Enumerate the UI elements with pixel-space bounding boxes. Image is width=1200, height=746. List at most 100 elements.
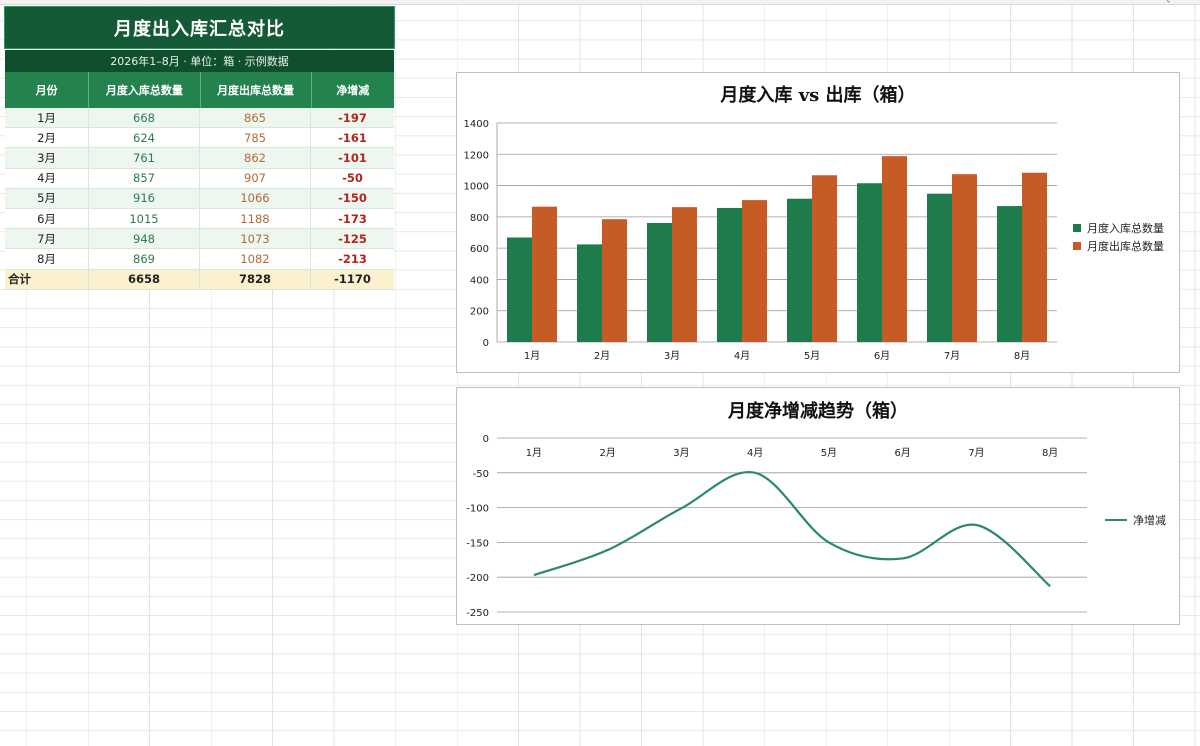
cell-month[interactable]: 6月 — [5, 208, 89, 229]
bar-chart: 0 200 400 600 800 1000 1200 1400 1月 2月 3月 4月 5月 6月 7月 8… — [464, 119, 1057, 362]
bar-y-tick-label: 800 — [470, 213, 489, 224]
line-x-tick-label: 6月 — [894, 447, 910, 459]
legend-item-net: 净增减 — [1105, 511, 1166, 529]
column-header-H[interactable]: H — [608, 0, 616, 3]
cell-total-label[interactable]: 合计 — [5, 269, 89, 289]
cell-total-inbound[interactable]: 6658 — [89, 269, 200, 289]
table-row: 4月 857 907 -50 — [5, 168, 394, 189]
legend-swatch-outbound — [1073, 242, 1081, 250]
cell-outbound[interactable]: 1082 — [200, 249, 311, 269]
cell-net[interactable]: -161 — [311, 128, 394, 147]
cell-month[interactable]: 7月 — [5, 229, 89, 249]
line-chart-box[interactable]: 月度净增减趋势（箱） 0 -50 -100 -150 -200 -250 1月 2月 3月 4月 5… — [456, 387, 1180, 625]
column-header-A[interactable]: A — [40, 0, 47, 3]
cell-net[interactable]: -173 — [311, 209, 394, 228]
legend-label-inbound: 月度入库总数量 — [1087, 222, 1164, 235]
cell-total-outbound[interactable]: 7828 — [200, 269, 311, 289]
cell-inbound[interactable]: 916 — [89, 188, 200, 208]
line-x-tick-label: 3月 — [673, 447, 689, 459]
bar-x-tick-label: 2月 — [594, 350, 610, 362]
cell-net[interactable]: -125 — [311, 229, 394, 248]
column-header-K[interactable]: K — [793, 0, 800, 3]
header-net[interactable]: 净增减 — [312, 72, 394, 108]
cell-inbound[interactable]: 869 — [89, 249, 200, 269]
cell-net[interactable]: -213 — [311, 249, 394, 268]
line-x-tick-label: 2月 — [599, 447, 615, 459]
cell-month[interactable]: 2月 — [5, 128, 89, 148]
net-change-line — [533, 470, 1051, 588]
header-outbound[interactable]: 月度出库总数量 — [201, 72, 312, 108]
bar-y-tick-label: 0 — [483, 338, 489, 349]
legend-label-net: 净增减 — [1133, 514, 1166, 527]
cell-inbound[interactable]: 857 — [89, 168, 200, 188]
cell-month[interactable]: 1月 — [5, 108, 89, 128]
bar-x-tick-label: 1月 — [524, 350, 540, 362]
cell-net[interactable]: -50 — [311, 169, 394, 188]
column-header-D[interactable]: D — [350, 0, 358, 3]
cell-total-net[interactable]: -1170 — [311, 270, 394, 289]
column-header-G[interactable]: G — [546, 0, 555, 3]
cell-month[interactable]: 3月 — [5, 148, 89, 168]
line-y-tick-label: -250 — [466, 608, 489, 619]
column-header-J[interactable]: J — [731, 0, 737, 3]
cell-inbound[interactable]: 624 — [89, 128, 200, 148]
table-subtitle[interactable]: 2026年1–8月 · 单位：箱 · 示例数据 — [5, 50, 394, 72]
header-month[interactable]: 月份 — [5, 72, 90, 108]
line-y-tick-label: 0 — [483, 434, 489, 445]
bar-inbound — [857, 183, 882, 342]
cell-inbound[interactable]: 948 — [89, 229, 200, 249]
table-total-row: 合计 6658 7828 -1170 — [5, 269, 394, 290]
bar-x-tick-label: 5月 — [804, 350, 820, 362]
bar-outbound — [952, 174, 977, 342]
bar-chart-box[interactable]: 月度入库 vs 出库（箱） 0 200 400 600 800 1000 1200 1400 1… — [456, 72, 1180, 373]
cell-outbound[interactable]: 862 — [200, 148, 311, 168]
column-header-E[interactable]: E — [423, 0, 430, 3]
cell-outbound[interactable]: 1073 — [200, 229, 311, 249]
cell-inbound[interactable]: 761 — [89, 148, 200, 168]
cell-outbound[interactable]: 1188 — [200, 208, 311, 229]
table-row: 5月 916 1066 -150 — [5, 188, 394, 209]
bar-outbound — [1022, 172, 1047, 342]
cell-outbound[interactable]: 1066 — [200, 188, 311, 208]
bar-inbound — [577, 244, 602, 342]
cell-month[interactable]: 5月 — [5, 188, 89, 208]
cell-net[interactable]: -101 — [311, 148, 394, 167]
bar-x-tick-label: 3月 — [664, 350, 680, 362]
cell-net[interactable]: -150 — [311, 189, 394, 208]
table-row: 7月 948 1073 -125 — [5, 229, 394, 250]
line-x-tick-label: 7月 — [968, 447, 984, 459]
column-header-I[interactable]: I — [669, 0, 672, 3]
bar-x-tick-label: 4月 — [734, 350, 750, 362]
column-header-O[interactable]: O — [1039, 0, 1048, 3]
column-header-N[interactable]: N — [977, 0, 985, 3]
cell-outbound[interactable]: 785 — [200, 128, 311, 148]
column-header-F[interactable]: F — [485, 0, 492, 3]
column-header-Q[interactable]: Q — [1163, 0, 1172, 3]
table-body: 1月 668 865 -197 2月 624 785 -161 3月 761 8… — [5, 108, 394, 290]
column-header-C[interactable]: C — [262, 0, 270, 3]
cell-month[interactable]: 4月 — [5, 168, 89, 188]
column-header-L[interactable]: L — [854, 0, 860, 3]
column-header-B[interactable]: B — [140, 0, 147, 3]
legend-item-outbound: 月度出库总数量 — [1073, 237, 1164, 255]
table-title[interactable]: 月度出入库汇总对比 — [4, 6, 395, 49]
column-header-M[interactable]: M — [916, 0, 925, 3]
bar-outbound — [602, 219, 627, 342]
header-inbound[interactable]: 月度入库总数量 — [89, 72, 201, 108]
line-y-tick-label: -100 — [466, 504, 489, 515]
bar-outbound — [882, 156, 907, 342]
bar-outbound — [672, 207, 697, 342]
table-row: 2月 624 785 -161 — [5, 128, 394, 149]
cell-inbound[interactable]: 1015 — [89, 208, 200, 229]
cell-outbound[interactable]: 865 — [200, 108, 311, 128]
line-chart: 0 -50 -100 -150 -200 -250 1月 2月 3月 4月 5月 6月 7月 8月 — [466, 434, 1087, 619]
cell-net[interactable]: -197 — [311, 108, 394, 127]
cell-outbound[interactable]: 907 — [200, 168, 311, 188]
table-header-row: 月份 月度入库总数量 月度出库总数量 净增减 — [5, 72, 394, 108]
bar-x-tick-label: 6月 — [874, 350, 890, 362]
cell-inbound[interactable]: 668 — [89, 108, 200, 128]
cell-month[interactable]: 8月 — [5, 249, 89, 269]
column-header-strip[interactable] — [0, 0, 1200, 5]
bar-x-tick-label: 8月 — [1014, 350, 1030, 362]
column-header-P[interactable]: P — [1101, 0, 1108, 3]
